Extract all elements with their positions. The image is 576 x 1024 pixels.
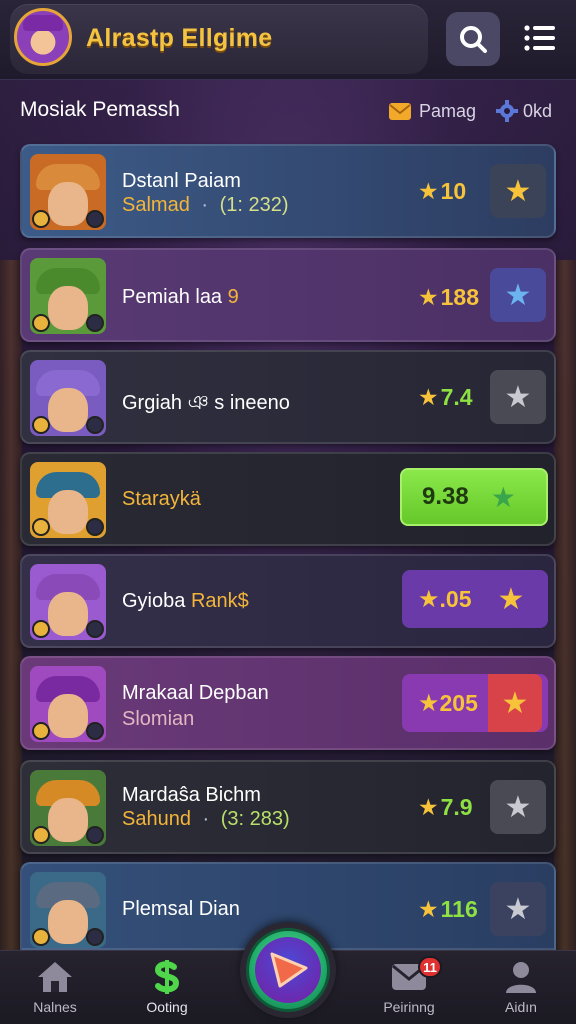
player-name: Mrakaal Depban	[122, 682, 269, 704]
nav-coins[interactable]: Ooting	[122, 959, 212, 1021]
player-avatar	[30, 564, 106, 640]
envelope-icon	[389, 103, 411, 120]
player-rank-name: Salmad	[122, 194, 190, 216]
separator: ·	[202, 808, 210, 830]
star-icon: ★	[504, 380, 532, 414]
star-icon: ★	[497, 582, 525, 616]
favorite-button[interactable]: ★	[490, 370, 546, 424]
game-logo-avatar[interactable]	[14, 8, 72, 66]
player-name-suffix: 9	[227, 286, 239, 308]
player-score: ★ 7.9	[418, 794, 473, 820]
player-avatar	[30, 666, 106, 742]
star-icon: ★	[504, 174, 532, 208]
player-score: ★ 10	[418, 178, 467, 204]
filter-old[interactable]: 0kd	[496, 98, 552, 124]
section-title: Mosiak Pemassh	[20, 98, 180, 121]
filter-old-label: 0kd	[523, 100, 553, 121]
player-avatar	[30, 770, 106, 846]
player-card[interactable]: Dstanl Paiam Salmad · (1: 232) ★ 10 ★	[20, 144, 556, 238]
highlighted-score-button[interactable]: 9.38 ★	[400, 468, 548, 526]
player-name: Staraykä	[122, 488, 201, 510]
player-avatar	[30, 872, 106, 948]
background-post-left	[0, 260, 22, 960]
player-card[interactable]: Staraykä 9.38 ★	[20, 452, 556, 546]
player-score: .05	[439, 585, 472, 612]
favorite-button[interactable]: ★	[490, 164, 546, 218]
player-name: Mardaŝa Bichm	[122, 784, 261, 806]
player-rank-name: Sahund	[122, 808, 191, 830]
player-avatar	[30, 360, 106, 436]
star-icon: ★	[490, 481, 516, 513]
gear-icon	[496, 100, 518, 122]
star-icon: ★	[504, 278, 532, 312]
dollar-icon	[154, 960, 180, 994]
player-card[interactable]: Pemiah laa 9 ★ 188 ★	[20, 248, 556, 342]
player-score: ★ 7.4	[418, 384, 473, 410]
star-icon: ★	[504, 790, 532, 824]
player-avatar	[30, 462, 106, 538]
player-card[interactable]: Mardaŝa Bichm Sahund · (3: 283) ★ 7.9 ★	[20, 760, 556, 854]
play-icon	[270, 952, 308, 988]
search-button[interactable]	[446, 12, 500, 66]
player-subline: Sahund · (3: 283)	[122, 808, 290, 831]
player-score: 205	[439, 689, 478, 716]
menu-button[interactable]	[516, 18, 564, 58]
filter-pamag-label: Pamag	[419, 100, 477, 121]
home-icon	[38, 962, 72, 992]
player-name-suffix: Rank$	[190, 590, 249, 612]
player-name: Dstanl Paiam	[122, 170, 241, 192]
player-avatar	[30, 154, 106, 230]
player-record: (3: 283)	[220, 808, 290, 830]
top-header: Alrastp Ellgime	[0, 0, 576, 80]
player-record: (1: 232)	[219, 194, 289, 216]
play-button[interactable]	[240, 922, 336, 1018]
player-card[interactable]: Grgiah ঞ s ineeno ★ 7.4 ★	[20, 350, 556, 444]
score-button[interactable]: ★ .05 ★	[402, 570, 548, 628]
nav-messages-label: Peirinng	[383, 999, 435, 1015]
favorite-button[interactable]: ★	[490, 268, 546, 322]
app-title: Alrastp Ellgime	[86, 24, 273, 52]
player-name: Gyioba Rank$	[122, 590, 249, 612]
notification-badge: 11	[418, 956, 442, 978]
star-icon: ★	[504, 892, 532, 926]
star-icon: ★	[418, 585, 440, 613]
star-icon: ★	[418, 794, 439, 820]
user-icon	[506, 962, 536, 993]
nav-profile[interactable]: Aidın	[476, 959, 566, 1021]
star-icon: ★	[418, 284, 439, 310]
star-icon: ★	[418, 178, 439, 204]
favorite-button[interactable]: ★	[490, 780, 546, 834]
score-button[interactable]: ★ 205 ★	[402, 674, 548, 732]
star-icon: ★	[418, 384, 439, 410]
player-score: ★ 116	[418, 896, 478, 922]
favorite-star-box: ★	[487, 674, 542, 732]
player-card[interactable]: Mrakaal Depban Slomian ★ 205 ★	[20, 656, 556, 750]
nav-profile-label: Aidın	[505, 999, 537, 1015]
player-name: Grgiah ঞ s ineeno	[122, 392, 290, 414]
player-name-suffix: ঞ s ineeno	[187, 392, 290, 414]
player-rank-name: Slomian	[122, 708, 195, 730]
hamburger-menu-icon	[524, 25, 555, 51]
nav-coins-label: Ooting	[146, 999, 188, 1015]
player-score: ★ 188	[418, 284, 479, 310]
player-avatar	[30, 258, 106, 334]
search-icon	[460, 26, 487, 53]
player-name: Plemsal Dian	[122, 898, 240, 920]
background-post-right	[554, 260, 576, 960]
separator: ·	[201, 194, 209, 216]
nav-home[interactable]: Nalnes	[10, 959, 100, 1021]
player-card[interactable]: Gyioba Rank$ ★ .05 ★	[20, 554, 556, 648]
filter-pamag[interactable]: Pamag	[388, 98, 476, 124]
nav-home-label: Nalnes	[33, 999, 77, 1015]
player-name: Pemiah laa 9	[122, 286, 239, 308]
favorite-button[interactable]: ★	[490, 882, 546, 936]
player-subline: Salmad · (1: 232)	[122, 194, 289, 217]
player-score: 9.38	[422, 483, 469, 510]
star-icon: ★	[418, 689, 440, 717]
star-icon: ★	[418, 896, 439, 922]
